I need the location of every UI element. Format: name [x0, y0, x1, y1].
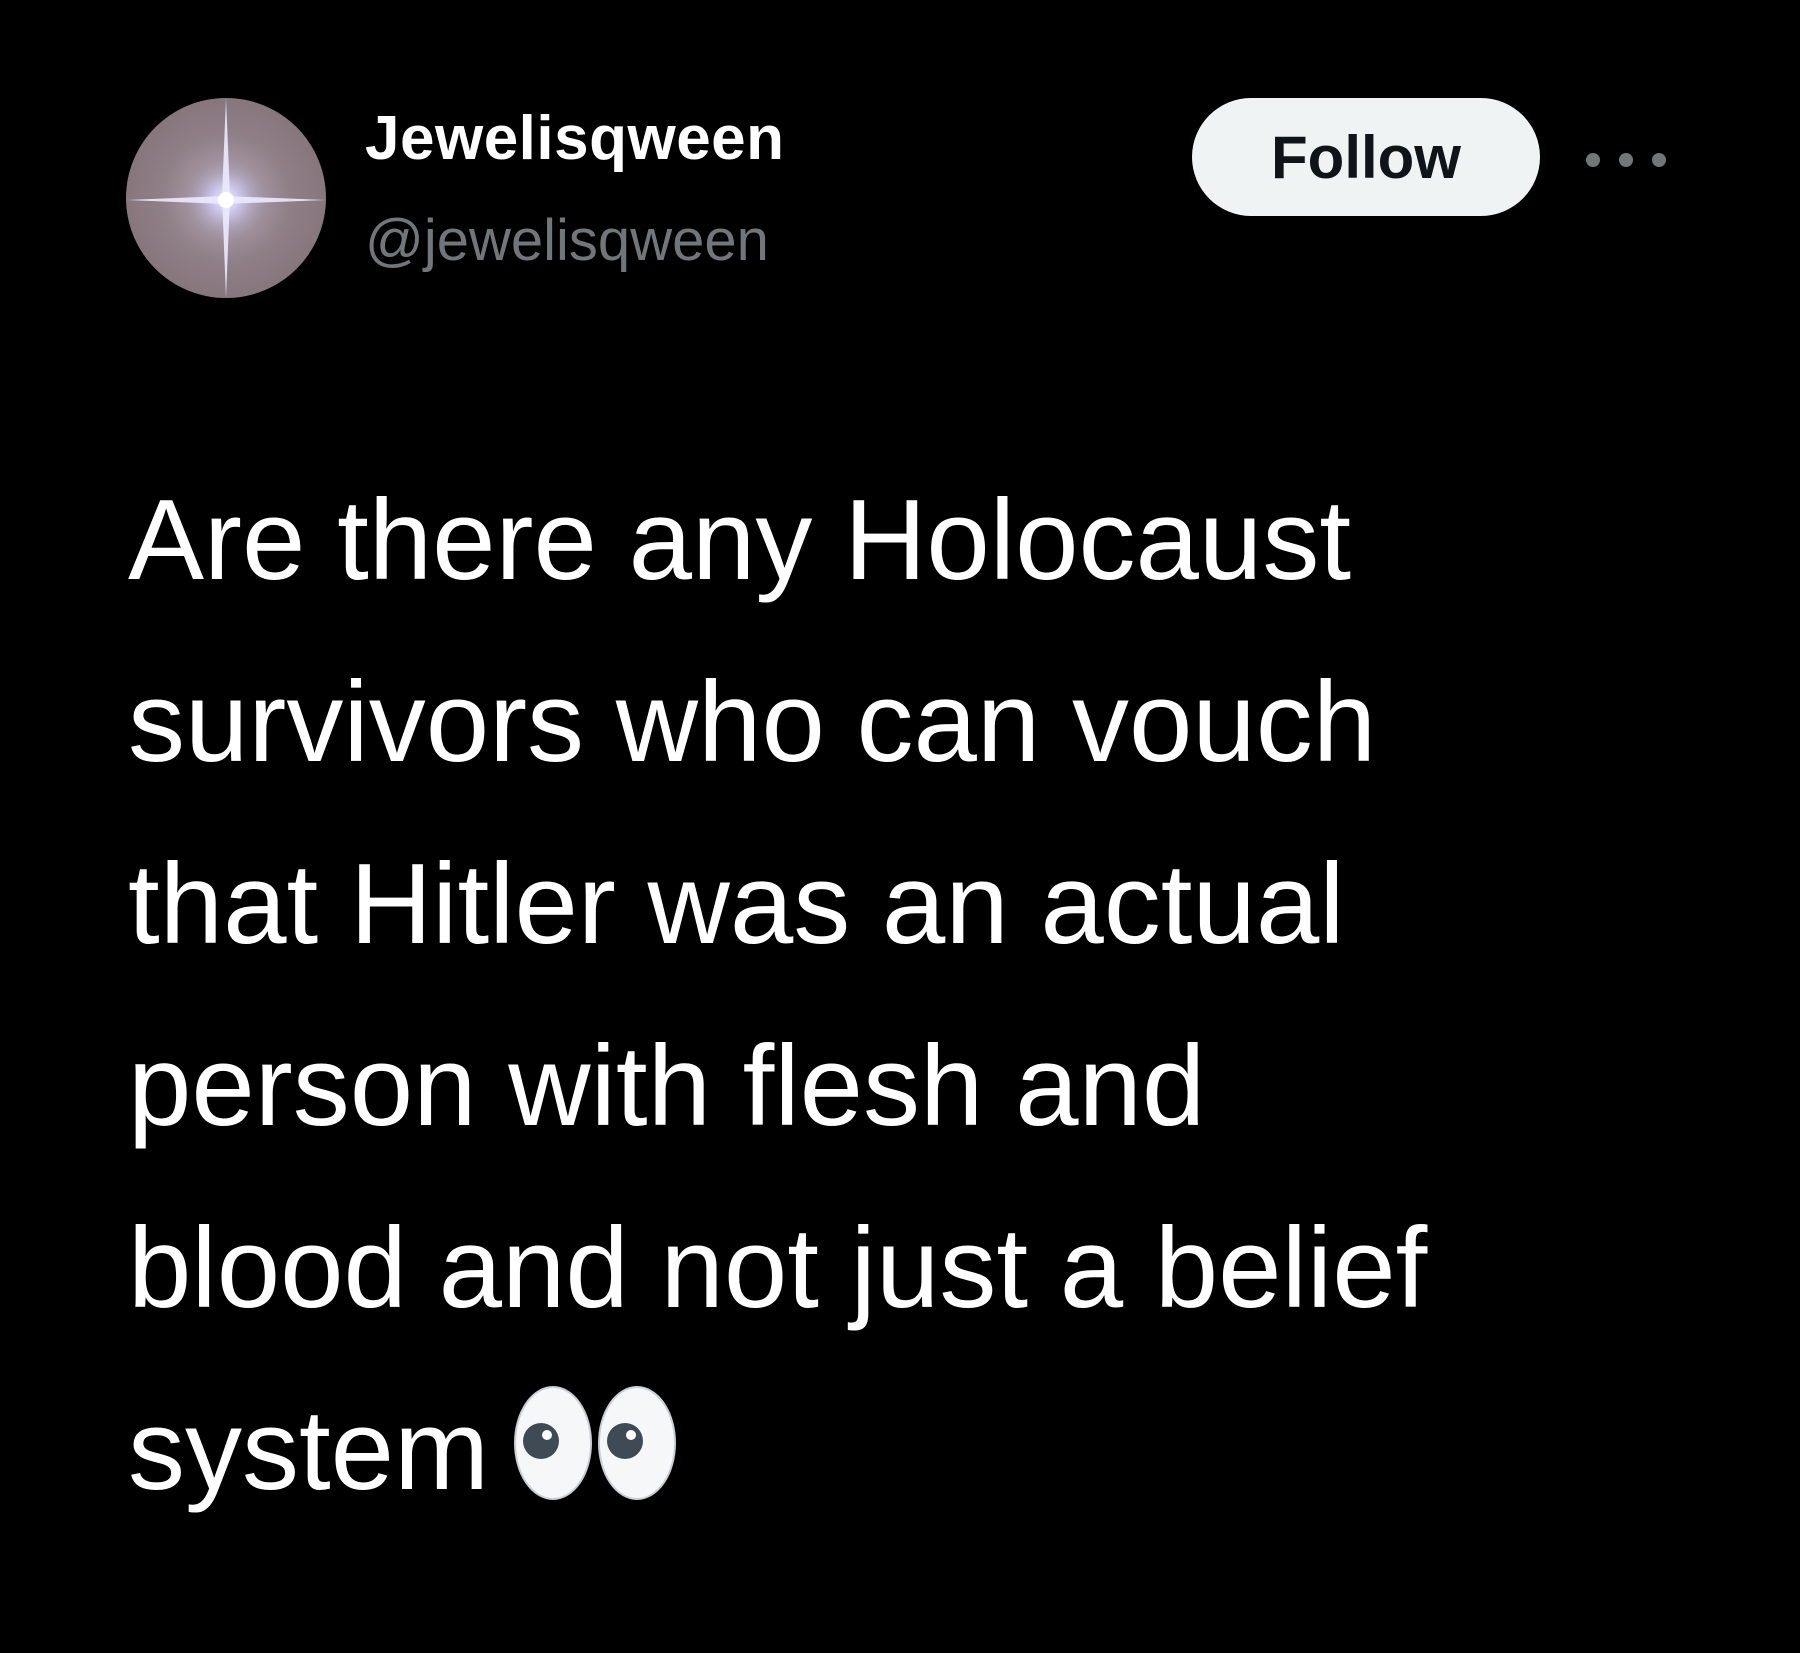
avatar-sparkle-image [126, 98, 326, 298]
author-handle[interactable]: @jewelisqween [365, 212, 769, 270]
more-dot [1619, 153, 1633, 167]
tweet-text-line: survivors who can vouch [128, 659, 1377, 786]
tweet-text-last-line: system [128, 1360, 1748, 1542]
more-dot [1652, 153, 1666, 167]
tweet-text-line: blood and not just a belief [128, 1205, 1428, 1332]
tweet-text-line: person with flesh and [128, 1023, 1206, 1150]
tweet-text-line: Are there any Holocaust [128, 477, 1351, 604]
avatar[interactable] [126, 98, 326, 298]
author-display-name[interactable]: Jewelisqween [365, 108, 785, 170]
more-horizontal-icon[interactable] [1586, 140, 1666, 180]
eyes-emoji-icon [514, 1386, 677, 1500]
more-dot [1586, 153, 1600, 167]
tweet-text: Are there any Holocaust survivors who ca… [128, 450, 1748, 1542]
tweet-text-line: that Hitler was an actual [128, 841, 1345, 968]
tweet-text-line: system [128, 1387, 490, 1514]
follow-button[interactable]: Follow [1192, 98, 1540, 216]
